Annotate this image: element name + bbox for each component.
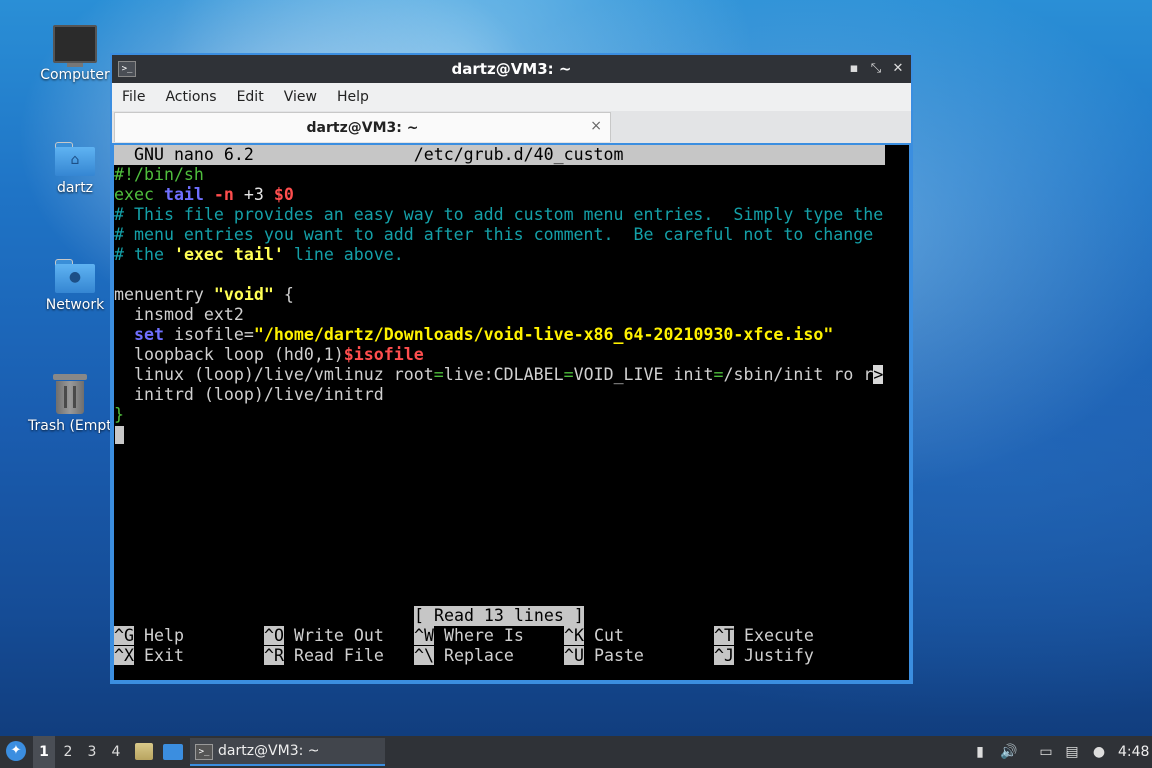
desktop-icon-label: dartz bbox=[56, 180, 94, 196]
code-line: } bbox=[114, 405, 124, 424]
workspace-4[interactable]: 4 bbox=[105, 736, 127, 768]
shortcut-replace[interactable]: ^\ Replace bbox=[414, 646, 514, 666]
line-overflow-marker: > bbox=[873, 365, 884, 384]
desktop-icon-label: Network bbox=[45, 297, 105, 313]
shortcut-execute[interactable]: ^T Execute bbox=[714, 626, 814, 646]
clipboard-icon[interactable]: ▮ bbox=[971, 743, 989, 761]
code-line: exec tail -n +3 $0 bbox=[114, 185, 294, 204]
code-line: insmod ext2 bbox=[114, 305, 244, 324]
desktop-icon-label: Trash (Empty) bbox=[28, 418, 120, 434]
desktop-icon-computer[interactable]: Computer bbox=[27, 25, 123, 83]
menu-help[interactable]: Help bbox=[327, 83, 379, 111]
volume-icon[interactable]: 🔊 bbox=[1000, 743, 1018, 761]
code-line: linux (loop)/live/vmlinuz root=live:CDLA… bbox=[114, 365, 884, 384]
shortcut-write-out[interactable]: ^O Write Out bbox=[264, 626, 384, 646]
nano-header: GNU nano 6.2 /etc/grub.d/40_custom bbox=[114, 145, 885, 165]
code-line: #!/bin/sh bbox=[114, 165, 204, 184]
shortcut-cut[interactable]: ^K Cut bbox=[564, 626, 624, 646]
shortcut-read-file[interactable]: ^R Read File bbox=[264, 646, 384, 666]
task-title: dartz@VM3: ~ bbox=[218, 743, 320, 759]
code-line: # This file provides an easy way to add … bbox=[114, 205, 884, 224]
clock[interactable]: 4:48 bbox=[1118, 744, 1149, 760]
nano-filename: /etc/grub.d/40_custom bbox=[413, 145, 624, 164]
terminal-icon: >_ bbox=[195, 744, 213, 760]
maximize-button[interactable]: ⤡ bbox=[867, 60, 885, 78]
show-desktop-icon[interactable] bbox=[163, 744, 183, 760]
computer-icon bbox=[53, 25, 97, 67]
terminal-window: >_ dartz@VM3: ~ ▪ ⤡ ✕ File Actions Edit Vie… bbox=[110, 53, 913, 684]
window-title: dartz@VM3: ~ bbox=[451, 60, 572, 78]
start-menu-icon[interactable]: ✦ bbox=[6, 741, 26, 761]
home-folder-icon: ⌂ bbox=[55, 142, 95, 176]
minimize-button[interactable]: ▪ bbox=[845, 60, 863, 78]
code-line: # menu entries you want to add after thi… bbox=[114, 225, 874, 244]
terminal-tab[interactable]: dartz@VM3: ~ × bbox=[114, 112, 611, 142]
code-line: initrd (loop)/live/initrd bbox=[114, 385, 384, 404]
trash-icon bbox=[53, 374, 87, 414]
workspace-2[interactable]: 2 bbox=[57, 736, 79, 768]
shortcut-where-is[interactable]: ^W Where Is bbox=[414, 626, 524, 646]
update-notifier-icon[interactable]: ● bbox=[1090, 743, 1108, 761]
desktop-icon-label: Computer bbox=[40, 67, 110, 83]
menu-file[interactable]: File bbox=[112, 83, 155, 111]
close-button[interactable]: ✕ bbox=[889, 60, 907, 78]
taskbar-task-terminal[interactable]: >_ dartz@VM3: ~ bbox=[190, 738, 385, 766]
tab-title: dartz@VM3: ~ bbox=[306, 120, 419, 136]
desktop-icon-trash[interactable]: Trash (Empty) bbox=[20, 374, 120, 434]
shortcut-help[interactable]: ^G Help bbox=[114, 626, 184, 646]
terminal-content[interactable]: GNU nano 6.2 /etc/grub.d/40_custom #!/bi… bbox=[114, 145, 909, 680]
notes-icon[interactable]: ▤ bbox=[1063, 743, 1081, 761]
shortcut-exit[interactable]: ^X Exit bbox=[114, 646, 184, 666]
menu-view[interactable]: View bbox=[274, 83, 327, 111]
tab-bar: dartz@VM3: ~ × bbox=[112, 111, 911, 143]
window-titlebar[interactable]: >_ dartz@VM3: ~ ▪ ⤡ ✕ bbox=[112, 55, 911, 83]
text-cursor bbox=[115, 426, 124, 444]
desktop-icon-home[interactable]: ⌂ dartz bbox=[27, 142, 123, 196]
code-line: # the 'exec tail' line above. bbox=[114, 245, 404, 264]
network-icon[interactable]: ▭ bbox=[1037, 743, 1055, 761]
code-line: loopback loop (hd0,1)$isofile bbox=[114, 345, 424, 364]
desktop-icon-network[interactable]: ● Network bbox=[27, 259, 123, 313]
menu-edit[interactable]: Edit bbox=[227, 83, 274, 111]
workspace-3[interactable]: 3 bbox=[81, 736, 103, 768]
shortcut-paste[interactable]: ^U Paste bbox=[564, 646, 644, 666]
tab-close-icon[interactable]: × bbox=[590, 118, 602, 134]
nano-version: GNU nano 6.2 bbox=[133, 145, 254, 164]
code-line: menuentry "void" { bbox=[114, 285, 294, 304]
network-folder-icon: ● bbox=[55, 259, 95, 293]
code-line: set isofile="/home/dartz/Downloads/void-… bbox=[133, 325, 834, 344]
shortcut-justify[interactable]: ^J Justify bbox=[714, 646, 814, 666]
taskbar: ✦ 1 2 3 4 >_ dartz@VM3: ~ ▮ 🔊 ▭ ▤ ● 4:48 bbox=[0, 736, 1152, 768]
menu-actions[interactable]: Actions bbox=[155, 83, 226, 111]
workspace-1[interactable]: 1 bbox=[33, 736, 55, 768]
nano-status-message: [ Read 13 lines ] bbox=[414, 606, 584, 626]
menubar: File Actions Edit View Help bbox=[112, 83, 911, 112]
file-manager-icon[interactable] bbox=[135, 743, 153, 760]
